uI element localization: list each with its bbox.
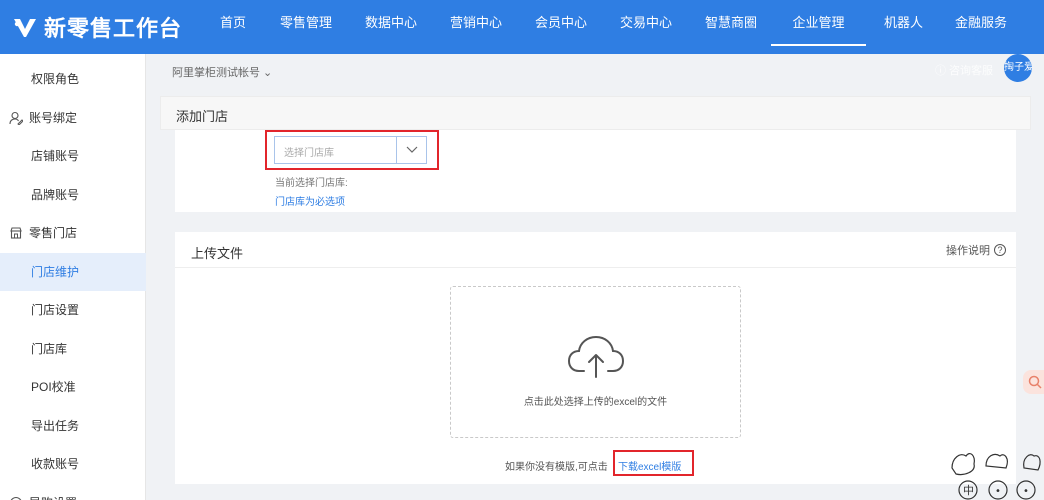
sidebar-item[interactable]: 导出任务 — [0, 407, 146, 445]
sidebar-item[interactable]: 店铺账号 — [0, 137, 146, 175]
account-switcher[interactable]: 阿里掌柜测试帐号 ⌄ — [172, 64, 272, 80]
float-search-button[interactable] — [1023, 370, 1044, 394]
template-prefix: 如果你没有模版,可点击 — [505, 462, 608, 473]
sidebar-item-label: 门店库 — [31, 341, 68, 356]
add-store-header: 添加门店 — [160, 96, 1031, 130]
nav-item[interactable]: 交易中心 — [601, 0, 691, 54]
nav-item[interactable]: 智慧商圈 — [691, 0, 771, 54]
sidebar-item-label: 账号绑定 — [29, 110, 78, 125]
store-icon — [10, 227, 22, 239]
app-logo[interactable]: 新零售工作台 — [12, 10, 182, 44]
guide-icon — [10, 496, 22, 500]
divider — [175, 267, 1016, 268]
annotation-box-select — [265, 130, 439, 170]
help-link-label: 咨询客服 — [949, 65, 993, 77]
sidebar-group[interactable]: 零售门店 — [0, 214, 146, 252]
nav-item[interactable]: 数据中心 — [351, 0, 431, 54]
top-navigation-bar: 新零售工作台 首页 零售管理 数据中心 营销中心 会员中心 交易中心 智慧商圈 企业管理 机器人… — [0, 0, 1044, 54]
search-icon — [1028, 375, 1042, 389]
sticker-char: 中 — [963, 484, 974, 497]
question-icon: ? — [994, 244, 1006, 256]
nav-item[interactable]: 零售管理 — [261, 0, 351, 54]
upload-title: 上传文件 — [191, 246, 244, 261]
main-nav: 首页 零售管理 数据中心 营销中心 会员中心 交易中心 智慧商圈 企业管理 机器人 金融服务 — [205, 0, 1021, 54]
sidebar-item[interactable]: 权限角色 — [0, 60, 146, 98]
sidebar-item[interactable]: 门店维护 — [0, 252, 146, 291]
nav-item[interactable]: 首页 — [205, 0, 261, 54]
sidebar-item-label: 店铺账号 — [31, 149, 80, 163]
sticker-toolbar[interactable]: 中 • • — [946, 446, 1044, 500]
dropzone-text: 点击此处选择上传的excel的文件 — [523, 397, 668, 408]
cloud-upload-icon — [567, 335, 625, 378]
current-store-label: 当前选择门店库: — [275, 178, 348, 189]
nav-item[interactable]: 企业管理 — [771, 0, 866, 54]
help-link[interactable]: ⓘ 咨询客服 — [935, 62, 993, 78]
sidebar-item-label: 零售门店 — [29, 226, 78, 240]
sidebar-item-label: 导购设置 — [29, 484, 77, 500]
avatar[interactable]: 掏子爱 — [1004, 54, 1032, 82]
annotation-box-download — [613, 450, 694, 476]
nav-item[interactable]: 会员中心 — [521, 0, 601, 54]
sidebar: 权限角色账号绑定店铺账号品牌账号零售门店门店维护门店设置门店库 POI校准导出任务… — [0, 54, 146, 500]
sidebar-group[interactable]: 账号绑定 — [0, 99, 146, 137]
sidebar-group[interactable]: 导购设置 — [0, 484, 146, 500]
help-icon: ⓘ — [935, 65, 946, 77]
sidebar-item-label: 导出任务 — [31, 418, 80, 433]
operation-help[interactable]: 操作说明 ? — [946, 242, 1006, 258]
sidebar-item[interactable]: 品牌账号 — [0, 176, 146, 214]
sidebar-item[interactable]: 门店设置 — [0, 291, 146, 329]
sidebar-item-label: 品牌账号 — [31, 187, 80, 202]
required-note: 门店库为必选项 — [275, 197, 345, 208]
sidebar-item-label: 门店维护 — [31, 264, 80, 279]
sidebar-item-label: POI校准 — [31, 380, 76, 394]
sidebar-item-label: 门店设置 — [31, 303, 80, 317]
sticker-char: • — [995, 486, 1001, 497]
nav-item[interactable]: 营销中心 — [431, 0, 521, 54]
add-store-title: 添加门店 — [176, 109, 229, 124]
account-name: 阿里掌柜测试帐号 — [172, 67, 260, 79]
sidebar-item-label: 权限角色 — [31, 72, 80, 86]
sidebar-item[interactable]: 门店库 — [0, 330, 146, 368]
app-title: 新零售工作台 — [44, 17, 183, 42]
nav-item[interactable]: 金融服务 — [941, 0, 1021, 54]
sticker-char: • — [1023, 486, 1029, 497]
sidebar-item[interactable]: POI校准 — [0, 368, 146, 406]
user-edit-icon — [9, 111, 23, 125]
sidebar-item[interactable]: 收款账号 — [0, 445, 146, 483]
logo-icon — [14, 19, 36, 37]
sidebar-item-label: 收款账号 — [31, 457, 80, 471]
operation-help-label: 操作说明 — [946, 245, 990, 257]
nav-item[interactable]: 机器人 — [866, 0, 941, 54]
